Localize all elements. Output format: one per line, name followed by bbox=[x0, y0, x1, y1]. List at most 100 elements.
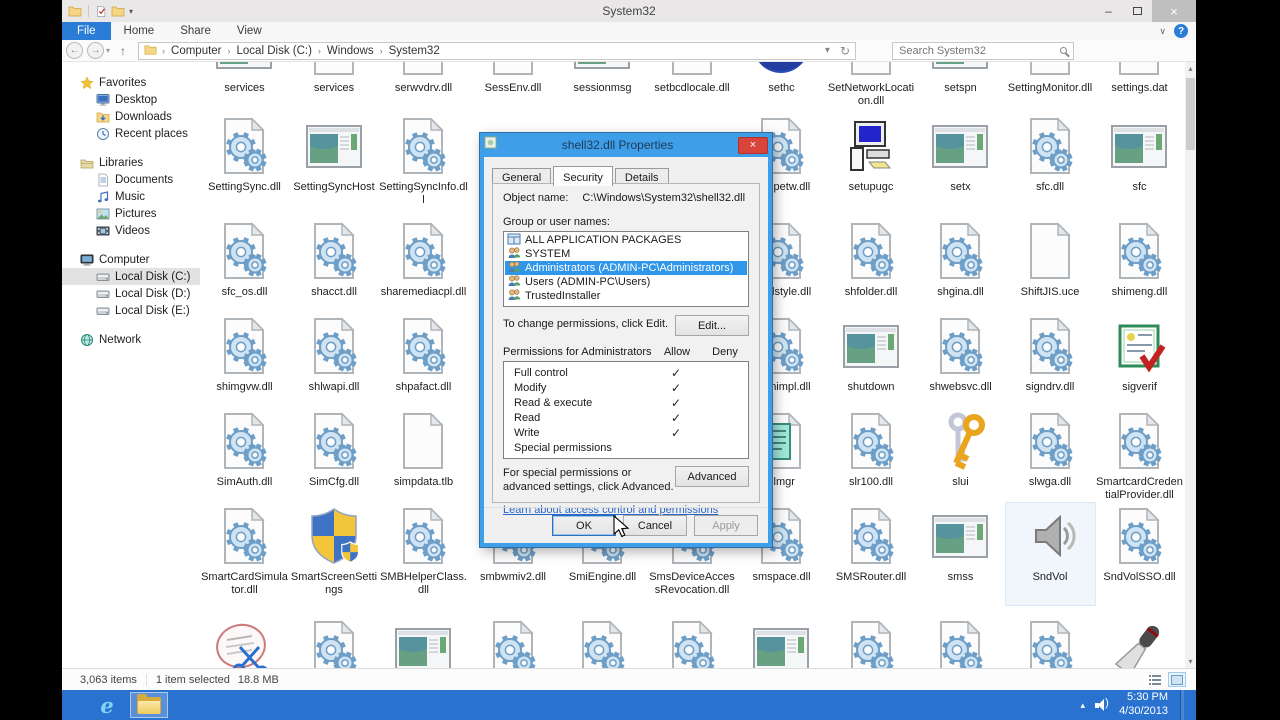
file-item[interactable]: slui bbox=[916, 408, 1005, 510]
search-box[interactable] bbox=[892, 42, 1074, 60]
file-item[interactable]: setupugc bbox=[827, 113, 916, 215]
tab-view[interactable]: View bbox=[224, 22, 275, 40]
file-item[interactable]: serwvdrv.dll bbox=[379, 62, 468, 116]
system-folder-icon[interactable] bbox=[68, 4, 82, 18]
permission-row[interactable]: Write✓ bbox=[504, 425, 748, 440]
customize-qat-dropdown-icon[interactable]: ▾ bbox=[129, 7, 133, 16]
file-item[interactable]: SmartCardSimulator.dll bbox=[200, 503, 289, 605]
file-item[interactable]: ShiftJIS.uce bbox=[1006, 218, 1095, 320]
file-item[interactable]: shlwapi.dll bbox=[290, 313, 379, 415]
file-item[interactable]: shgina.dll bbox=[916, 218, 1005, 320]
group-row[interactable]: TrustedInstaller bbox=[505, 289, 747, 303]
sidebar-item-local-disk-e-[interactable]: Local Disk (E:) bbox=[62, 302, 200, 319]
breadcrumb-item[interactable]: Windows bbox=[326, 45, 375, 57]
file-item[interactable]: SndVol bbox=[1006, 503, 1095, 605]
file-item[interactable]: SessEnv.dll bbox=[469, 62, 558, 116]
large-icons-view-icon[interactable] bbox=[1168, 672, 1186, 687]
file-item[interactable]: services bbox=[290, 62, 379, 116]
file-item[interactable]: setbcdlocale.dll bbox=[648, 62, 737, 116]
group-row[interactable]: SYSTEM bbox=[505, 247, 747, 261]
file-item[interactable] bbox=[827, 616, 916, 668]
permission-row[interactable]: Modify✓ bbox=[504, 380, 748, 395]
file-item[interactable]: SettingSyncInfo.dll bbox=[379, 113, 468, 215]
sidebar-item-local-disk-d-[interactable]: Local Disk (D:) bbox=[62, 285, 200, 302]
up-button[interactable]: ↑ bbox=[114, 42, 132, 59]
file-item[interactable] bbox=[916, 616, 1005, 668]
sidebar-item-downloads[interactable]: Downloads bbox=[62, 108, 200, 125]
file-item[interactable]: shutdown bbox=[827, 313, 916, 415]
permission-row[interactable]: Read & execute✓ bbox=[504, 395, 748, 410]
file-item[interactable] bbox=[558, 616, 647, 668]
sidebar-item-music[interactable]: Music bbox=[62, 188, 200, 205]
file-item[interactable] bbox=[1095, 616, 1184, 668]
file-item[interactable]: slwga.dll bbox=[1006, 408, 1095, 510]
file-item[interactable]: signdrv.dll bbox=[1006, 313, 1095, 415]
breadcrumb-item[interactable]: Computer bbox=[170, 45, 223, 57]
file-item[interactable]: setspn bbox=[916, 62, 1005, 116]
sidebar-item-pictures[interactable]: Pictures bbox=[62, 205, 200, 222]
breadcrumb[interactable]: ›Computer›Local Disk (C:)›Windows›System… bbox=[138, 42, 856, 60]
properties-icon[interactable] bbox=[95, 5, 107, 18]
scroll-up-icon[interactable]: ▴ bbox=[1185, 62, 1196, 75]
file-item[interactable]: shfolder.dll bbox=[827, 218, 916, 320]
file-item[interactable]: SimCfg.dll bbox=[290, 408, 379, 510]
file-item[interactable]: sessionmsg bbox=[558, 62, 647, 116]
breadcrumb-item[interactable]: System32 bbox=[388, 45, 441, 57]
sidebar-section-computer[interactable]: Computer bbox=[62, 251, 200, 268]
scroll-thumb[interactable] bbox=[1186, 78, 1195, 150]
dialog-title-bar[interactable]: shell32.dll Properties × bbox=[480, 133, 772, 157]
recent-locations-dropdown-icon[interactable]: ▾ bbox=[106, 46, 110, 55]
taskbar-clock[interactable]: 5:30 PM 4/30/2013 bbox=[1119, 691, 1168, 719]
sidebar-item-recent-places[interactable]: Recent places bbox=[62, 125, 200, 142]
file-item[interactable]: shimeng.dll bbox=[1095, 218, 1184, 320]
file-item[interactable]: SettingSyncHost bbox=[290, 113, 379, 215]
permission-row[interactable]: Full control✓ bbox=[504, 365, 748, 380]
permission-row[interactable]: Read✓ bbox=[504, 410, 748, 425]
file-item[interactable] bbox=[648, 616, 737, 668]
file-item[interactable]: shacct.dll bbox=[290, 218, 379, 320]
file-item[interactable] bbox=[290, 616, 379, 668]
file-item[interactable]: slr100.dll bbox=[827, 408, 916, 510]
file-item[interactable] bbox=[1006, 616, 1095, 668]
dialog-tab-security[interactable]: Security bbox=[553, 166, 613, 186]
sidebar-item-videos[interactable]: Videos bbox=[62, 222, 200, 239]
file-item[interactable]: sfc bbox=[1095, 113, 1184, 215]
file-item[interactable]: sfc_os.dll bbox=[200, 218, 289, 320]
file-item[interactable]: sfc.dll bbox=[1006, 113, 1095, 215]
help-icon[interactable]: ? bbox=[1174, 24, 1188, 38]
forward-button[interactable]: → bbox=[87, 42, 104, 59]
file-item[interactable]: SMSRouter.dll bbox=[827, 503, 916, 605]
sidebar-item-documents[interactable]: Documents bbox=[62, 171, 200, 188]
file-item[interactable]: SndVolSSO.dll bbox=[1095, 503, 1184, 605]
group-row[interactable]: ALL APPLICATION PACKAGES bbox=[505, 233, 747, 247]
file-item[interactable] bbox=[737, 616, 826, 668]
internet-explorer-icon[interactable]: e bbox=[90, 692, 124, 718]
group-row[interactable]: Administrators (ADMIN-PC\Administrators) bbox=[505, 261, 747, 275]
permissions-list[interactable]: Full control✓Modify✓Read & execute✓Read✓… bbox=[503, 361, 749, 459]
file-item[interactable]: sigverif bbox=[1095, 313, 1184, 415]
file-item[interactable]: simpdata.tlb bbox=[379, 408, 468, 510]
tab-share[interactable]: Share bbox=[167, 22, 224, 40]
permission-row[interactable]: Special permissions bbox=[504, 440, 748, 455]
file-item[interactable]: SettingMonitor.dll bbox=[1006, 62, 1095, 116]
file-item[interactable]: services bbox=[200, 62, 289, 116]
sidebar-item-local-disk-c-[interactable]: Local Disk (C:) bbox=[62, 268, 200, 285]
refresh-icon[interactable]: ↻ bbox=[835, 44, 855, 58]
file-item[interactable]: SmartcardCredentialProvider.dll bbox=[1095, 408, 1184, 510]
tab-home[interactable]: Home bbox=[111, 22, 168, 40]
minimize-button[interactable]: – bbox=[1094, 0, 1123, 22]
new-folder-icon[interactable] bbox=[111, 4, 125, 18]
file-item[interactable]: smss bbox=[916, 503, 1005, 605]
vertical-scrollbar[interactable]: ▴ ▾ bbox=[1185, 62, 1196, 668]
file-item[interactable]: SMBHelperClass.dll bbox=[379, 503, 468, 605]
group-list[interactable]: ALL APPLICATION PACKAGESSYSTEMAdministra… bbox=[503, 231, 749, 307]
file-item[interactable]: SmartScreenSettings bbox=[290, 503, 379, 605]
close-button[interactable]: × bbox=[1152, 0, 1196, 22]
edit-button[interactable]: Edit... bbox=[675, 315, 749, 336]
sidebar-section-favorites[interactable]: Favorites bbox=[62, 74, 200, 91]
maximize-button[interactable] bbox=[1123, 0, 1152, 22]
advanced-button[interactable]: Advanced bbox=[675, 466, 749, 487]
file-item[interactable]: setx bbox=[916, 113, 1005, 215]
sidebar-item-desktop[interactable]: Desktop bbox=[62, 91, 200, 108]
address-dropdown-icon[interactable]: ▾ bbox=[820, 45, 835, 56]
